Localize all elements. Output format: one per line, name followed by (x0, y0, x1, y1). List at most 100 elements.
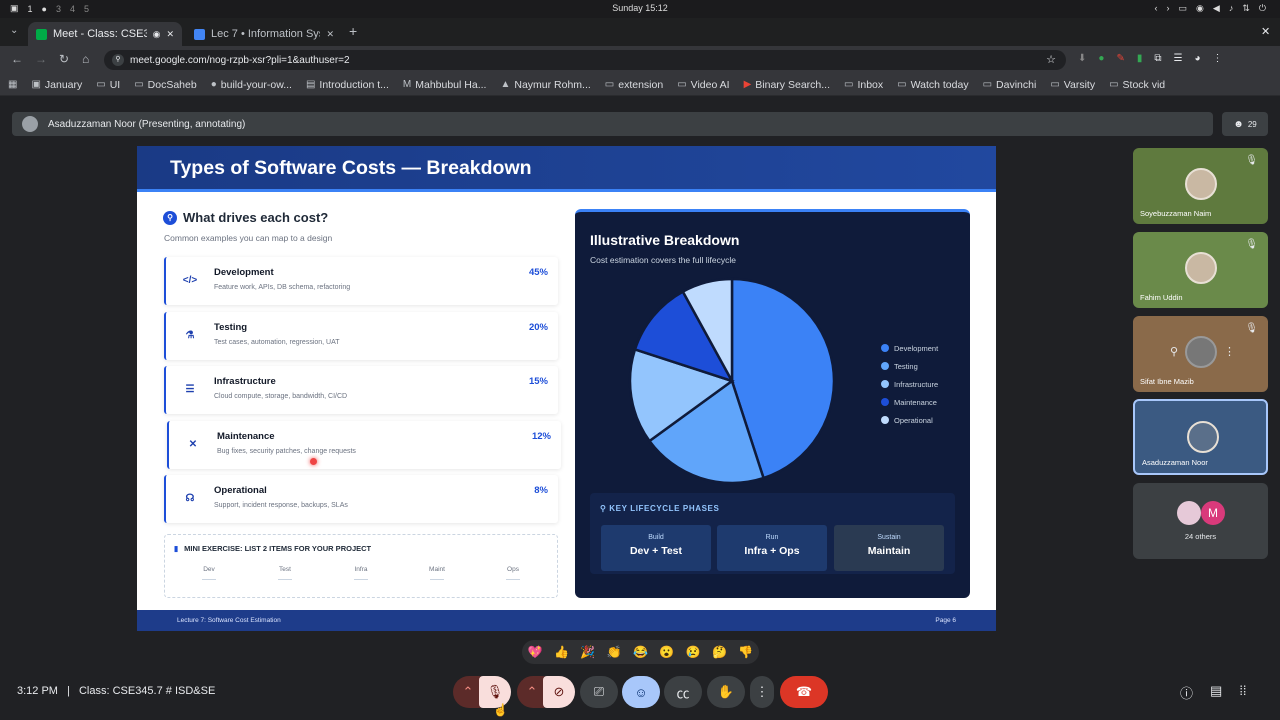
arrow-left-icon[interactable]: ‹ (1155, 3, 1158, 14)
bookmark-label: UI (109, 78, 121, 91)
window-close-icon[interactable]: ✕ (1261, 25, 1270, 38)
participant-tile[interactable]: 🎙 Soyebuzzaman Naim (1133, 148, 1268, 224)
tab-search-list-icon[interactable]: ☰ (1173, 53, 1182, 64)
reaction-heart-button[interactable]: 💖 (528, 645, 543, 659)
kebab-icon: ⋮ (755, 684, 769, 699)
tile-menu-icon[interactable]: ⋮ (1224, 345, 1235, 358)
participant-tile[interactable]: 🎙 Fahim Uddin (1133, 232, 1268, 308)
legend-label: Maintenance (894, 397, 937, 407)
header-accent-bar (137, 189, 996, 192)
bookmark-item[interactable]: ● build-your-ow... (211, 79, 292, 91)
lifecycle-phases: ⚲ KEY LIFECYCLE PHASES Build Dev + Test R… (590, 493, 955, 574)
reaction-thumbsdown-button[interactable]: 👎 (738, 645, 753, 659)
bookmark-item[interactable]: ▭ Inbox (844, 79, 883, 91)
shared-slide: Types of Software Costs — Breakdown ⚲ Wh… (137, 146, 996, 631)
bookmark-item[interactable]: ▭ Watch today (897, 79, 968, 91)
forward-icon[interactable]: → (35, 52, 47, 66)
tab-lecture[interactable]: Lec 7 • Information Sys ✕ (186, 22, 342, 46)
menu-kebab-icon[interactable]: ⋮ (1213, 53, 1223, 64)
participants-button[interactable]: ☻ 29 (1222, 112, 1268, 136)
extension-green-icon[interactable]: ● (1098, 53, 1104, 64)
reaction-party-button[interactable]: 🎉 (580, 645, 595, 659)
bookmark-item[interactable]: ▣ January (31, 79, 82, 91)
left-heading-text: What drives each cost? (183, 210, 329, 225)
download-icon[interactable]: ⬇ (1078, 53, 1086, 64)
left-heading: ⚲ What drives each cost? (163, 210, 328, 225)
extension-bookmark-icon[interactable]: ▮ (1137, 53, 1143, 64)
bookmark-item[interactable]: ▭ UI (96, 79, 120, 91)
profile-avatar-icon[interactable]: ◕ (1194, 53, 1200, 64)
participant-tile[interactable]: 🎙 ⚲ ⋮ Sifat Ibne Mazib (1133, 316, 1268, 392)
server-icon: ☰ (185, 384, 195, 395)
extension-red-icon[interactable]: ✎ (1116, 53, 1124, 64)
phase-run: Run Infra + Ops (717, 525, 827, 571)
reactions-bar: 💖 👍 🎉 👏 😂 😮 😢 🤔 👎 (522, 640, 759, 664)
bookmark-star-icon[interactable]: ☆ (1046, 53, 1056, 66)
extensions-puzzle-icon[interactable]: ⧉ (1154, 53, 1161, 64)
tab-search-icon[interactable]: ⌄ (10, 25, 18, 36)
bookmark-item[interactable]: ▭ DocSaheb (134, 79, 197, 91)
emoji-button[interactable]: ☺ (622, 676, 660, 708)
reaction-sad-button[interactable]: 😢 (686, 645, 701, 659)
system-tray[interactable]: ‹ › ▭ ◉ ◀ ♪ ⇅ ⏻ (1155, 3, 1266, 14)
info-icon[interactable]: ⓘ (1180, 683, 1193, 702)
bookmark-item[interactable]: ▭ Video AI (677, 79, 729, 91)
tab-close-icon[interactable]: ✕ (166, 29, 174, 40)
present-button[interactable]: ⎚ (580, 676, 618, 708)
pin-icon[interactable]: ⚲ (1170, 345, 1178, 358)
captions-button[interactable]: ㏄ (664, 676, 702, 708)
activities-icon[interactable]: ⁞⁞ (1239, 683, 1246, 702)
bookmark-item[interactable]: ▭ Davinchi (983, 79, 1037, 91)
bookmark-item[interactable]: ▭ Stock vid (1109, 79, 1165, 91)
screen-icon[interactable]: ▭ (1179, 3, 1188, 14)
emoji-icon: ☺ (634, 684, 648, 700)
camera-toggle-button[interactable]: ⊘ (543, 676, 575, 708)
participant-count: 29 (1247, 119, 1257, 129)
others-tile[interactable]: M 24 others (1133, 483, 1268, 559)
pie-chart (628, 277, 836, 485)
reload-icon[interactable]: ↻ (59, 52, 69, 66)
cost-card-maintenance: ✕ Maintenance Bug fixes, security patche… (167, 421, 561, 469)
reaction-thumbsup-button[interactable]: 👍 (554, 645, 569, 659)
bookmark-item[interactable]: M Mahbubul Ha... (403, 79, 487, 91)
meeting-info: 3:12 PM | Class: CSE345.7 # ISD&SE (17, 685, 215, 697)
participant-avatar (1185, 336, 1217, 368)
home-icon[interactable]: ⌂ (82, 52, 89, 66)
navigation-bar: ← → ↻ ⌂ ⚲ meet.google.com/nog-rzpb-xsr?p… (0, 46, 1280, 74)
flask-icon: ⚗ (185, 330, 195, 341)
address-bar[interactable]: ⚲ meet.google.com/nog-rzpb-xsr?pli=1&aut… (104, 50, 1066, 70)
bookmark-item[interactable]: ▭ Varsity (1050, 79, 1095, 91)
mic-icon[interactable]: ♪ (1229, 3, 1234, 14)
bookmark-item[interactable]: ▤ Introduction t... (306, 79, 389, 91)
arrow-right-icon[interactable]: › (1167, 3, 1170, 14)
raise-hand-button[interactable]: ✋ (707, 676, 745, 708)
wifi-icon[interactable]: ◉ (1196, 3, 1204, 14)
network-icon[interactable]: ⇅ (1242, 3, 1250, 14)
volume-icon[interactable]: ◀ (1213, 3, 1220, 14)
folder-icon: ▭ (844, 79, 854, 90)
cost-card-operational: ☊ Operational Support, incident response… (164, 475, 558, 523)
reaction-clap-button[interactable]: 👏 (607, 645, 622, 659)
bookmark-item[interactable]: ▭ extension (605, 79, 663, 91)
phase-build: Build Dev + Test (601, 525, 711, 571)
reaction-laugh-button[interactable]: 😂 (633, 645, 648, 659)
reaction-surprised-button[interactable]: 😮 (659, 645, 674, 659)
tab-close-icon[interactable]: ✕ (326, 29, 334, 40)
bookmark-item[interactable]: ▦ (8, 79, 17, 90)
exercise-col-label: Infra (354, 566, 368, 573)
bookmark-item[interactable]: ▶ Binary Search... (744, 79, 830, 91)
more-options-button[interactable]: ⋮ (750, 676, 774, 708)
tab-meet[interactable]: Meet - Class: CSE34 ◉ ✕ (28, 22, 182, 46)
new-tab-button[interactable]: + (349, 23, 357, 39)
chat-icon[interactable]: ▤ (1210, 683, 1222, 702)
site-info-icon[interactable]: ⚲ (112, 54, 124, 66)
breakdown-panel: Illustrative Breakdown Cost estimation c… (575, 209, 970, 598)
leave-call-button[interactable]: ☎ (780, 676, 828, 708)
power-icon[interactable]: ⏻ (1259, 3, 1266, 14)
back-icon[interactable]: ← (11, 52, 23, 66)
left-subheading: Common examples you can map to a design (164, 233, 333, 243)
reaction-thinking-button[interactable]: 🤔 (712, 645, 727, 659)
participant-tile-active[interactable]: Asaduzzaman Noor (1133, 399, 1268, 475)
exercise-blank-line (430, 579, 444, 580)
bookmark-item[interactable]: ▲ Naymur Rohm... (500, 79, 590, 91)
